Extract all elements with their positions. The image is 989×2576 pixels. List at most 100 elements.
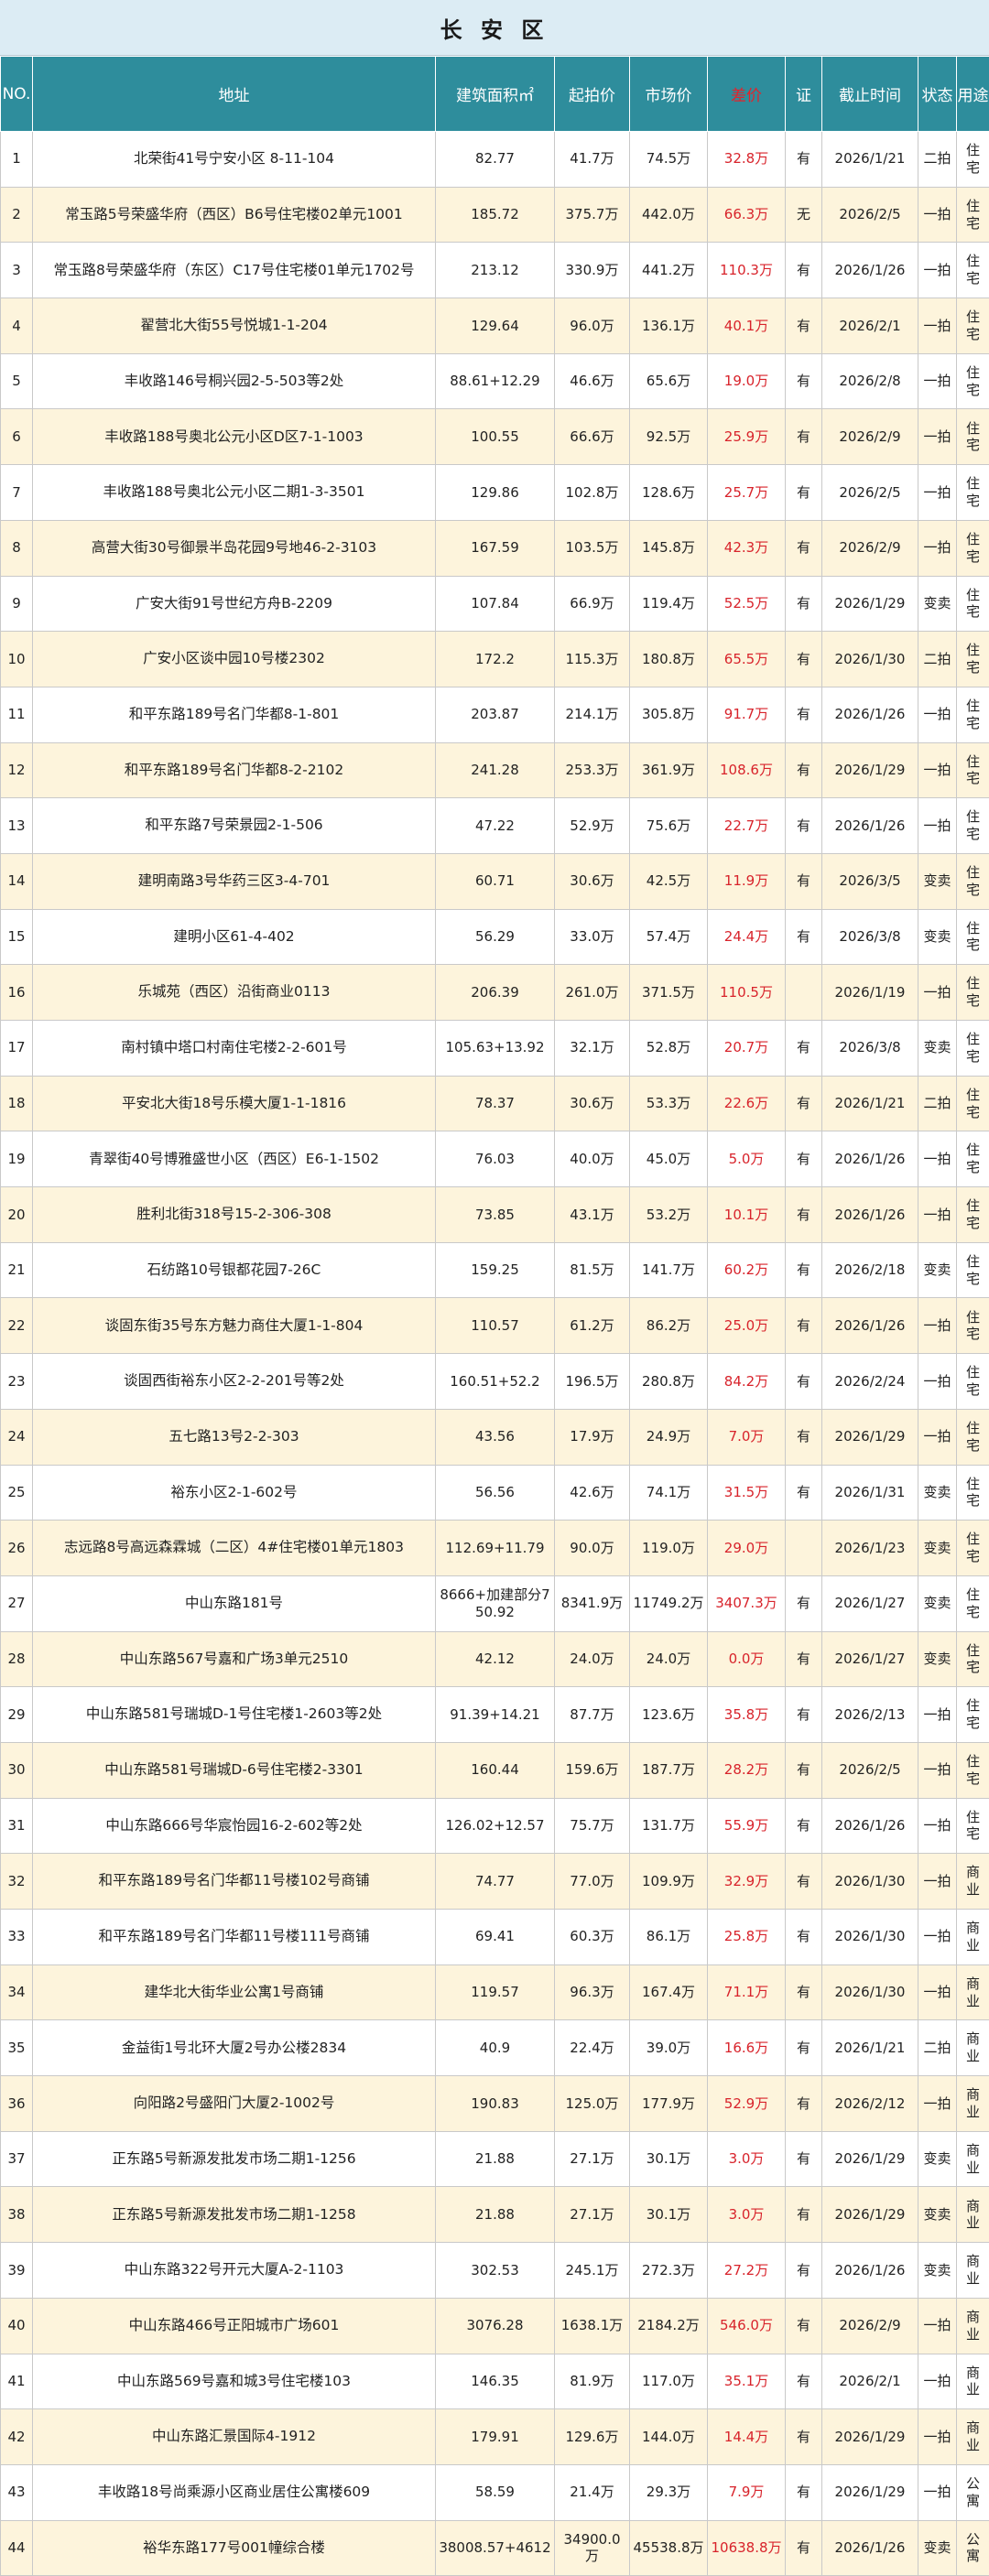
- cell-cert: 有: [786, 465, 822, 521]
- cell-no: 30: [1, 1742, 33, 1798]
- cell-no: 26: [1, 1521, 33, 1576]
- cell-market-price: 42.5万: [630, 853, 708, 909]
- cell-no: 16: [1, 965, 33, 1021]
- cell-market-price: 53.2万: [630, 1187, 708, 1243]
- cell-area: 40.9: [436, 2020, 555, 2076]
- cell-deadline: 2026/1/27: [822, 1631, 918, 1687]
- cell-deadline: 2026/3/5: [822, 853, 918, 909]
- cell-no: 33: [1, 1910, 33, 1965]
- cell-area: 203.87: [436, 687, 555, 742]
- cell-no: 7: [1, 465, 33, 521]
- table-row: 30中山东路581号瑞城D-6号住宅楼2-3301160.44159.6万187…: [1, 1742, 989, 1798]
- cell-market-price: 30.1万: [630, 2131, 708, 2187]
- cell-area: 179.91: [436, 2409, 555, 2465]
- table-row: 43丰收路18号尚乘源小区商业居住公寓楼60958.5921.4万29.3万7.…: [1, 2464, 989, 2520]
- cell-market-price: 86.2万: [630, 1298, 708, 1354]
- table-row: 25裕东小区2-1-602号56.5642.6万74.1万31.5万有2026/…: [1, 1465, 989, 1521]
- cell-area: 129.86: [436, 465, 555, 521]
- cell-address: 五七路13号2-2-303: [33, 1409, 436, 1465]
- cell-address: 丰收路188号奥北公元小区二期1-3-3501: [33, 465, 436, 521]
- header-no: NO.: [1, 57, 33, 132]
- cell-address: 中山东路汇景国际4-1912: [33, 2409, 436, 2465]
- cell-start-price: 17.9万: [555, 1409, 630, 1465]
- cell-diff: 11.9万: [708, 853, 786, 909]
- cell-diff: 10.1万: [708, 1187, 786, 1243]
- cell-usage: 住宅: [957, 298, 989, 354]
- cell-no: 5: [1, 353, 33, 409]
- table-row: 9广安大街91号世纪方舟B-2209107.8466.9万119.4万52.5万…: [1, 576, 989, 632]
- cell-area: 167.59: [436, 520, 555, 576]
- table-row: 8高营大街30号御景半岛花园9号地46-2-3103167.59103.5万14…: [1, 520, 989, 576]
- cell-status: 一拍: [918, 1354, 957, 1410]
- cell-deadline: 2026/1/26: [822, 2243, 918, 2299]
- cell-address: 和平东路7号荣景园2-1-506: [33, 798, 436, 854]
- table-row: 18平安北大街18号乐模大厦1-1-181678.3730.6万53.3万22.…: [1, 1076, 989, 1131]
- cell-no: 9: [1, 576, 33, 632]
- cell-status: 变卖: [918, 1521, 957, 1576]
- cell-usage: 住宅: [957, 1742, 989, 1798]
- table-row: 42中山东路汇景国际4-1912179.91129.6万144.0万14.4万有…: [1, 2409, 989, 2465]
- cell-deadline: 2026/2/1: [822, 2354, 918, 2409]
- cell-diff: 3.0万: [708, 2131, 786, 2187]
- cell-status: 一拍: [918, 2464, 957, 2520]
- header-start-price: 起拍价: [555, 57, 630, 132]
- header-diff: 差价: [708, 57, 786, 132]
- cell-start-price: 42.6万: [555, 1465, 630, 1521]
- cell-no: 10: [1, 632, 33, 687]
- cell-cert: 有: [786, 1910, 822, 1965]
- cell-status: 一拍: [918, 798, 957, 854]
- cell-deadline: 2026/2/9: [822, 520, 918, 576]
- header-cert: 证: [786, 57, 822, 132]
- cell-start-price: 253.3万: [555, 742, 630, 798]
- table-row: 27中山东路181号8666+加建部分750.928341.9万11749.2万…: [1, 1575, 989, 1631]
- cell-cert: 有: [786, 2298, 822, 2354]
- cell-start-price: 261.0万: [555, 965, 630, 1021]
- table-row: 39中山东路322号开元大厦A-2-1103302.53245.1万272.3万…: [1, 2243, 989, 2299]
- cell-usage: 住宅: [957, 132, 989, 188]
- cell-status: 变卖: [918, 1465, 957, 1521]
- cell-status: 二拍: [918, 132, 957, 188]
- cell-status: 二拍: [918, 632, 957, 687]
- cell-market-price: 280.8万: [630, 1354, 708, 1410]
- cell-area: 172.2: [436, 632, 555, 687]
- cell-usage: 公寓: [957, 2464, 989, 2520]
- cell-status: 二拍: [918, 1076, 957, 1131]
- cell-no: 21: [1, 1242, 33, 1298]
- cell-cert: 有: [786, 1076, 822, 1131]
- cell-start-price: 32.1万: [555, 1021, 630, 1077]
- auction-table: NO. 地址 建筑面积㎡ 起拍价 市场价 差价 证 截止时间 状态 用途 1北荣…: [0, 56, 989, 2576]
- cell-market-price: 361.9万: [630, 742, 708, 798]
- cell-area: 60.71: [436, 853, 555, 909]
- cell-usage: 住宅: [957, 1021, 989, 1077]
- cell-address: 常玉路5号荣盛华府（西区）B6号住宅楼02单元1001: [33, 187, 436, 243]
- cell-no: 24: [1, 1409, 33, 1465]
- cell-status: 一拍: [918, 520, 957, 576]
- cell-address: 裕华东路177号001幢综合楼: [33, 2520, 436, 2576]
- cell-deadline: 2026/2/12: [822, 2076, 918, 2132]
- cell-area: 8666+加建部分750.92: [436, 1575, 555, 1631]
- cell-no: 34: [1, 1964, 33, 2020]
- cell-usage: 商业: [957, 2243, 989, 2299]
- cell-address: 金益街1号北环大厦2号办公楼2834: [33, 2020, 436, 2076]
- cell-address: 和平东路189号名门华都11号楼111号商铺: [33, 1910, 436, 1965]
- cell-usage: 住宅: [957, 632, 989, 687]
- cell-start-price: 102.8万: [555, 465, 630, 521]
- cell-start-price: 81.9万: [555, 2354, 630, 2409]
- cell-no: 38: [1, 2187, 33, 2243]
- cell-address: 建明小区61-4-402: [33, 909, 436, 965]
- cell-area: 129.64: [436, 298, 555, 354]
- cell-deadline: 2026/1/26: [822, 243, 918, 298]
- cell-address: 中山东路581号瑞城D-1号住宅楼1-2603等2处: [33, 1687, 436, 1743]
- cell-market-price: 180.8万: [630, 632, 708, 687]
- cell-status: 一拍: [918, 1798, 957, 1854]
- cell-start-price: 330.9万: [555, 243, 630, 298]
- cell-cert: 有: [786, 1631, 822, 1687]
- cell-deadline: 2026/1/29: [822, 1409, 918, 1465]
- cell-cert: 有: [786, 2076, 822, 2132]
- cell-diff: 22.6万: [708, 1076, 786, 1131]
- cell-no: 8: [1, 520, 33, 576]
- cell-start-price: 60.3万: [555, 1910, 630, 1965]
- cell-market-price: 30.1万: [630, 2187, 708, 2243]
- cell-status: 一拍: [918, 1131, 957, 1187]
- cell-address: 平安北大街18号乐模大厦1-1-1816: [33, 1076, 436, 1131]
